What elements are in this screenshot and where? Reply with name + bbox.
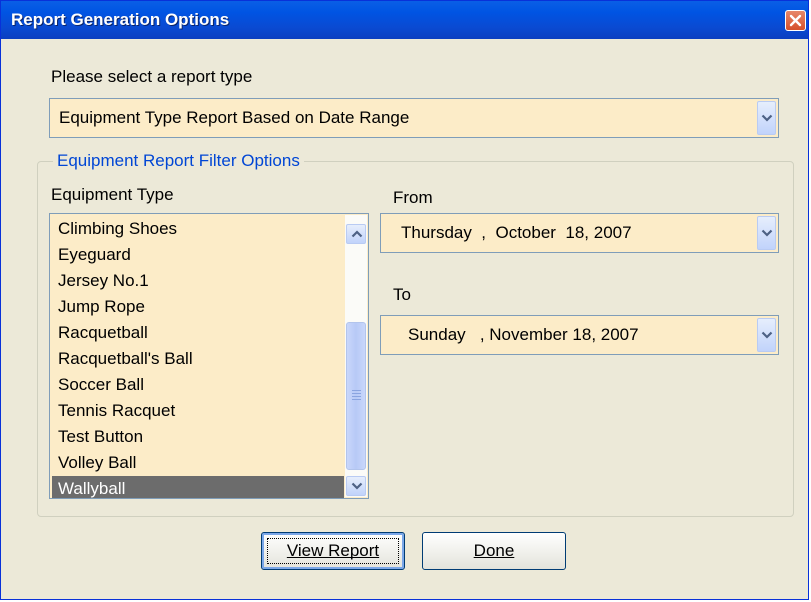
list-item[interactable]: Racquetball's Ball [52, 346, 344, 372]
list-item[interactable]: Soccer Ball [52, 372, 344, 398]
from-label: From [393, 188, 433, 207]
report-options-dialog: Report Generation Options Please select … [0, 0, 809, 600]
to-date-value: Sunday , November 18, 2007 [408, 325, 639, 344]
report-type-value: Equipment Type Report Based on Date Rang… [59, 108, 410, 127]
done-button[interactable]: Done [422, 532, 566, 570]
scroll-grip-line [352, 393, 361, 394]
equipment-type-label: Equipment Type [51, 185, 174, 204]
close-icon [789, 14, 802, 27]
filter-options-legend: Equipment Report Filter Options [53, 151, 304, 171]
view-report-button[interactable]: View Report [261, 532, 405, 570]
from-date-dropdown-button[interactable] [757, 216, 776, 250]
report-type-select[interactable]: Equipment Type Report Based on Date Rang… [49, 98, 779, 138]
chevron-down-icon [761, 229, 773, 237]
scroll-grip-line [352, 396, 361, 397]
chevron-down-icon [761, 114, 773, 122]
chevron-down-icon [761, 331, 773, 339]
scroll-grip-line [352, 390, 361, 391]
list-item[interactable]: Tennis Racquet [52, 398, 344, 424]
list-item[interactable]: Test Button [52, 424, 344, 450]
to-date-picker[interactable]: Sunday , November 18, 2007 [380, 315, 779, 355]
scroll-grip-line [352, 399, 361, 400]
done-label: Done [473, 541, 515, 560]
report-type-dropdown-button[interactable] [757, 101, 776, 135]
equipment-items: Climbing Shoes Eyeguard Jersey No.1 Jump Ro… [52, 216, 344, 498]
from-date-picker[interactable]: Thursday , October 18, 2007 [380, 213, 779, 253]
chevron-up-icon [351, 230, 363, 238]
list-item[interactable]: Jersey No.1 [52, 268, 344, 294]
equipment-type-list[interactable]: Climbing Shoes Eyeguard Jersey No.1 Jump Ro… [49, 213, 369, 499]
list-item[interactable]: Volley Ball [52, 450, 344, 476]
to-label: To [393, 285, 411, 304]
window-title: Report Generation Options [11, 10, 230, 29]
focus-rectangle [267, 538, 399, 564]
chevron-down-icon [351, 482, 363, 490]
list-item[interactable]: Eyeguard [52, 242, 344, 268]
scroll-down-button[interactable] [346, 476, 366, 496]
list-item[interactable]: Wallyball [52, 476, 344, 498]
close-button[interactable] [785, 10, 806, 31]
scroll-up-button[interactable] [346, 224, 366, 244]
to-date-dropdown-button[interactable] [757, 318, 776, 352]
list-item[interactable]: Racquetball [52, 320, 344, 346]
list-item[interactable]: Climbing Shoes [52, 216, 344, 242]
scroll-thumb[interactable] [346, 322, 366, 470]
from-date-value: Thursday , October 18, 2007 [401, 223, 632, 242]
title-bar[interactable]: Report Generation Options [1, 1, 808, 39]
report-type-label: Please select a report type [51, 67, 253, 86]
list-item[interactable]: Jump Rope [52, 294, 344, 320]
equipment-list-scrollbar[interactable] [345, 215, 367, 497]
